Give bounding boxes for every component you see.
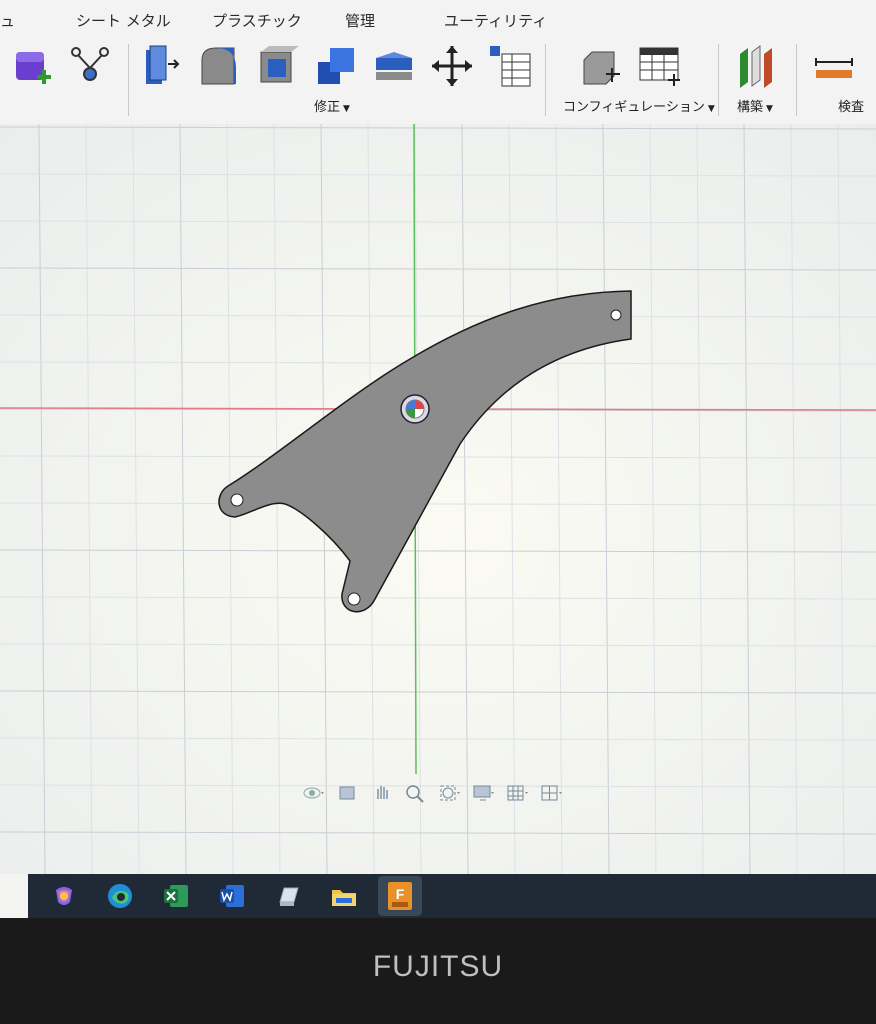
midplane-icon[interactable] bbox=[734, 44, 778, 88]
fusion-icon[interactable]: F bbox=[378, 876, 422, 916]
word-icon[interactable] bbox=[210, 876, 254, 916]
laptop-brand-logo: FUJITSU bbox=[372, 950, 504, 983]
group-modify-label: 修正 bbox=[314, 100, 341, 115]
new-component-icon[interactable] bbox=[12, 44, 56, 88]
svg-text:F: F bbox=[396, 886, 405, 902]
tab-utilities[interactable]: ユーティリティ bbox=[444, 10, 547, 31]
viewports-icon[interactable] bbox=[538, 782, 566, 804]
toolbar-ribbon: ュ シート メタル プラスチック 管理 ユーティリティ 修正 ▼ コンフィギュレ… bbox=[0, 0, 876, 125]
group-configuration-label: コンフィギュレーション bbox=[563, 100, 705, 115]
group-configuration[interactable]: コンフィギュレーション ▼ bbox=[563, 96, 715, 115]
chevron-down-icon: ▼ bbox=[343, 104, 350, 114]
mounting-hole bbox=[347, 592, 361, 606]
toolbar-separator bbox=[718, 44, 719, 116]
pan-icon[interactable] bbox=[368, 782, 396, 804]
group-inspect-label: 検査 bbox=[838, 100, 865, 115]
mounting-hole bbox=[230, 493, 244, 507]
move-icon[interactable] bbox=[430, 44, 474, 88]
excel-icon[interactable] bbox=[154, 876, 198, 916]
tab-plastic[interactable]: プラスチック bbox=[212, 10, 302, 31]
chevron-down-icon: ▼ bbox=[766, 104, 773, 114]
grid-settings-icon[interactable] bbox=[504, 782, 532, 804]
toolbar-separator bbox=[545, 44, 546, 116]
screen: ュ シート メタル プラスチック 管理 ユーティリティ 修正 ▼ コンフィギュレ… bbox=[0, 0, 876, 918]
navigation-bar bbox=[300, 780, 566, 806]
look-at-icon[interactable] bbox=[334, 782, 362, 804]
file-explorer-icon[interactable] bbox=[322, 876, 366, 916]
offset-face-icon[interactable] bbox=[372, 44, 416, 88]
joint-icon[interactable] bbox=[68, 44, 112, 88]
configuration-table-icon[interactable] bbox=[638, 44, 682, 88]
tab-manage[interactable]: 管理 bbox=[345, 10, 375, 31]
shell-icon[interactable] bbox=[255, 44, 299, 88]
toolbar-separator bbox=[796, 44, 797, 116]
taskbar: F bbox=[28, 874, 876, 918]
origin-icon bbox=[405, 399, 425, 419]
group-modify[interactable]: 修正 ▼ bbox=[314, 96, 350, 115]
mounting-hole bbox=[610, 309, 622, 321]
notes-icon[interactable] bbox=[266, 876, 310, 916]
orbit-icon[interactable] bbox=[300, 782, 328, 804]
viewport[interactable] bbox=[0, 32, 876, 882]
copilot-icon[interactable] bbox=[42, 876, 86, 916]
parameters-icon[interactable] bbox=[488, 44, 532, 88]
fit-icon[interactable] bbox=[436, 782, 464, 804]
configure-icon[interactable] bbox=[578, 44, 622, 88]
tab-partial[interactable]: ュ bbox=[0, 10, 15, 31]
tab-sheet-metal[interactable]: シート メタル bbox=[76, 10, 171, 31]
zoom-icon[interactable] bbox=[402, 782, 430, 804]
group-construct-label: 構築 bbox=[737, 100, 764, 115]
display-settings-icon[interactable] bbox=[470, 782, 498, 804]
press-pull-icon[interactable] bbox=[140, 44, 184, 88]
chevron-down-icon: ▼ bbox=[707, 104, 715, 114]
edge-icon[interactable] bbox=[98, 876, 142, 916]
measure-icon[interactable] bbox=[812, 44, 856, 88]
fillet-icon[interactable] bbox=[198, 44, 242, 88]
group-construct[interactable]: 構築 ▼ bbox=[737, 96, 773, 115]
design-canvas[interactable] bbox=[0, 32, 876, 882]
toolbar-separator bbox=[128, 44, 129, 116]
combine-icon[interactable] bbox=[314, 44, 358, 88]
group-inspect[interactable]: 検査 bbox=[838, 96, 864, 115]
